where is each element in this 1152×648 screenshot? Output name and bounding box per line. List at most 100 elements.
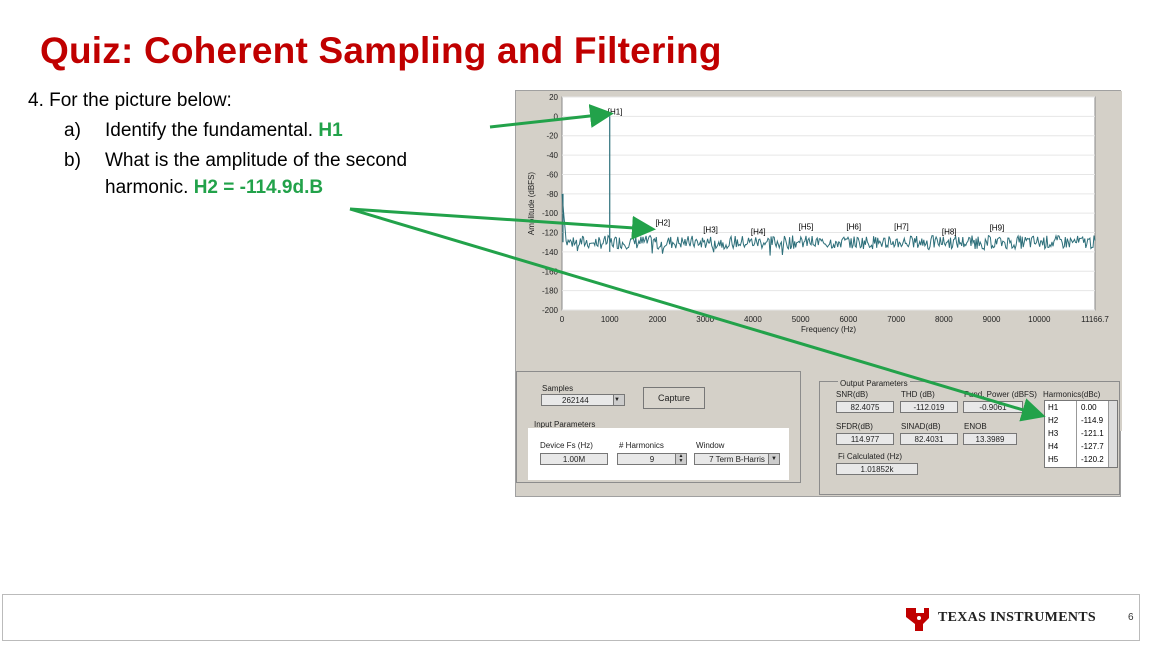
question-heading: 4. For the picture below: (28, 90, 232, 111)
enob-label: ENOB (964, 422, 987, 431)
harmonic-value: -121.1 (1081, 429, 1104, 438)
x-tick-label: 4000 (744, 315, 762, 324)
sfdr-field: 114.977 (836, 433, 894, 445)
y-tick-label: -80 (546, 190, 558, 199)
harmonic-name: H1 (1048, 403, 1059, 412)
harmonic-value: -120.2 (1081, 455, 1104, 464)
table-row: H2 -114.9 (1045, 415, 1117, 428)
item-b-text: What is the amplitude of the second (105, 150, 408, 171)
y-tick-label: -140 (542, 248, 559, 257)
sfdr-label: SFDR(dB) (836, 422, 873, 431)
item-b-line2: harmonic. H2 = -114.9d.B (105, 177, 323, 199)
harmonic-value: 0.00 (1081, 403, 1097, 412)
y-tick-label: -60 (546, 170, 558, 179)
window-value: 7 Term B-Harris (709, 455, 765, 464)
harmonic-marker-label: [H1] (608, 107, 623, 116)
table-row: H5 -120.2 (1045, 454, 1117, 467)
fi-calc-label: Fi Calculated (Hz) (838, 452, 903, 461)
x-tick-label: 0 (560, 315, 565, 324)
x-axis-label: Frequency (Hz) (801, 325, 856, 334)
harmonic-marker-label: [H4] (751, 227, 766, 236)
page-number: 6 (1128, 612, 1134, 623)
table-divider (1076, 401, 1077, 467)
ti-logo-icon (906, 608, 929, 631)
capture-button[interactable]: Capture (643, 387, 705, 409)
item-a-text: Identify the fundamental. (105, 120, 314, 141)
window-label: Window (696, 441, 725, 450)
harmonic-marker-label: [H3] (703, 225, 718, 234)
samples-select[interactable]: 262144 ▼ (541, 394, 625, 406)
item-b-text2: harmonic. (105, 177, 189, 198)
item-b-answer: H2 = -114.9d.B (193, 177, 324, 198)
fft-chart: 200-20-40-60-80-100-120-140-160-180-2000… (527, 93, 1109, 334)
num-harmonics-value: 9 (649, 455, 655, 464)
sinad-label: SINAD(dB) (901, 422, 941, 431)
samples-label: Samples (542, 384, 574, 393)
y-tick-label: -40 (546, 151, 558, 160)
device-fs-field[interactable]: 1.00M (540, 453, 608, 465)
harmonic-value: -127.7 (1081, 442, 1104, 451)
harmonics-header: Harmonics(dBc) (1043, 390, 1101, 399)
snr-field: 82.4075 (836, 401, 894, 413)
y-tick-label: -120 (542, 229, 559, 238)
y-tick-label: -100 (542, 209, 559, 218)
x-tick-label: 10000 (1028, 315, 1051, 324)
x-tick-label: 6000 (839, 315, 857, 324)
harmonic-marker-label: [H5] (799, 223, 814, 232)
output-params-label: Output Parameters (838, 379, 910, 388)
x-tick-label: 8000 (935, 315, 953, 324)
fund-power-label: Fund. Power (dBFS) (964, 390, 1037, 399)
table-row: H4 -127.7 (1045, 441, 1117, 454)
harmonics-table: H1 0.00 H2 -114.9 H3 -121.1 H4 -127.7 H5… (1044, 400, 1118, 468)
stepper-icon[interactable]: ▲ ▼ (675, 454, 686, 464)
x-tick-label: 11166.7 (1081, 315, 1109, 324)
item-a-answer: H1 (318, 120, 343, 141)
harmonic-marker-label: [H8] (942, 227, 957, 236)
harmonic-name: H4 (1048, 442, 1059, 451)
table-scrollbar[interactable] (1108, 401, 1117, 467)
x-tick-label: 2000 (649, 315, 667, 324)
chevron-down-icon[interactable]: ▼ (768, 454, 779, 464)
x-tick-label: 7000 (887, 315, 905, 324)
harmonic-marker-label: [H2] (655, 219, 670, 228)
y-tick-label: 20 (549, 93, 558, 102)
item-a: Identify the fundamental. H1 (105, 120, 343, 142)
harmonic-marker-label: [H6] (846, 223, 861, 232)
harmonic-value: -114.9 (1081, 416, 1104, 425)
harmonic-marker-label: [H9] (990, 224, 1005, 233)
harmonic-marker-label: [H7] (894, 223, 909, 232)
slide-title: Quiz: Coherent Sampling and Filtering (40, 30, 722, 71)
num-harmonics-label: # Harmonics (619, 441, 664, 450)
table-row: H1 0.00 (1045, 402, 1117, 415)
harmonic-name: H3 (1048, 429, 1059, 438)
chevron-down-icon[interactable]: ▼ (613, 395, 624, 405)
thd-field: -112.019 (900, 401, 958, 413)
num-harmonics-field[interactable]: 9 ▲ ▼ (617, 453, 687, 465)
fft-analyzer-panel: 20 0 -20 -40 -60 -80 -100 -120 -140 -160 -180 -200 0… (515, 90, 1122, 497)
table-row: H3 -121.1 (1045, 428, 1117, 441)
y-tick-label: -200 (542, 306, 559, 315)
fi-calc-field: 1.01852k (836, 463, 918, 475)
x-tick-label: 5000 (792, 315, 810, 324)
y-tick-label: -180 (542, 287, 559, 296)
samples-value: 262144 (562, 396, 589, 405)
device-fs-label: Device Fs (Hz) (540, 441, 593, 450)
harmonic-name: H2 (1048, 416, 1059, 425)
x-tick-label: 9000 (983, 315, 1001, 324)
window-select[interactable]: 7 Term B-Harris ▼ (694, 453, 780, 465)
plot-area (561, 96, 1096, 311)
fund-power-field: -0.9061 (963, 401, 1023, 413)
item-a-label: a) (64, 120, 81, 141)
harmonic-name: H5 (1048, 455, 1059, 464)
y-tick-label: -20 (546, 132, 558, 141)
sinad-field: 82.4031 (900, 433, 958, 445)
y-tick-label: 0 (554, 112, 559, 121)
y-axis-label: Amplitude (dBFS) (527, 172, 536, 235)
item-b-label: b) (64, 150, 81, 171)
thd-label: THD (dB) (901, 390, 935, 399)
snr-label: SNR(dB) (836, 390, 869, 399)
x-tick-label: 1000 (601, 315, 619, 324)
brand-name: TEXAS INSTRUMENTS (938, 610, 1096, 625)
enob-field: 13.3989 (963, 433, 1017, 445)
x-tick-label: 3000 (696, 315, 714, 324)
